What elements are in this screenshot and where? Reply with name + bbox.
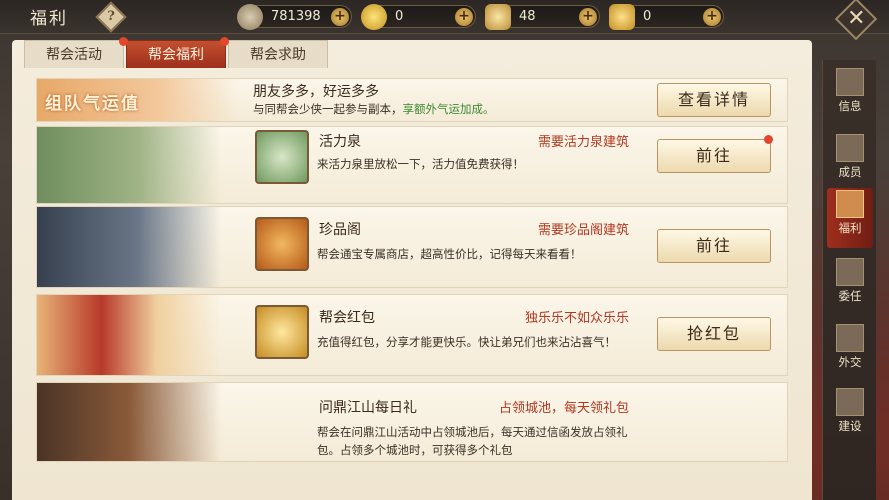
sidebar-item-appoint[interactable]: 委任 [827, 256, 873, 316]
guild-sidebar: 信息 成员 福利 委任 外交 建设 [822, 60, 876, 500]
banner-image: 组队气运值 [37, 79, 237, 121]
appoint-icon [836, 258, 864, 286]
row-title: 珍品阁 [319, 222, 361, 238]
add-gold-coin-button[interactable]: + [455, 8, 473, 26]
welfare-icon [836, 190, 864, 218]
silver-ingot-resource: 48 + [485, 4, 600, 30]
team-luck-banner: 组队气运值 朋友多多，好运多多 与同帮会少侠一起参与副本，享额外气运加成。 查看… [36, 78, 788, 122]
diplomacy-icon [836, 324, 864, 352]
banner-desc: 与同帮会少侠一起参与副本，享额外气运加成。 [253, 101, 495, 117]
close-icon: ✕ [847, 6, 866, 32]
tab-guild-welfare[interactable]: 帮会福利 [126, 40, 226, 68]
treasure-chest-icon [255, 217, 309, 271]
gold-ingot-resource: 0 + [609, 4, 724, 30]
gold-coin-resource: 0 + [361, 4, 476, 30]
tab-notification-dot [119, 37, 128, 46]
potion-bottle-icon [255, 130, 309, 184]
add-gold-ingot-button[interactable]: + [703, 8, 721, 26]
tab-guild-activities[interactable]: 帮会活动 [24, 40, 124, 68]
daily-gift-row: 问鼎江山每日礼 占领城池，每天领礼包 帮会在问鼎江山活动中占领城池后，每天通过信… [36, 382, 788, 462]
treasure-pavilion-row: 珍品阁 需要珍品阁建筑 帮会通宝专属商店，超高性价比，记得每天来看看！ 前往 [36, 206, 788, 288]
info-icon [836, 68, 864, 96]
row-title: 帮会红包 [319, 310, 375, 326]
copper-coin-value: 781398 [271, 9, 321, 24]
notification-dot [764, 135, 773, 144]
banner-desc-highlight: 享额外气运加成。 [402, 102, 495, 116]
row-description: 帮会通宝专属商店，超高性价比，记得每天来看看！ [317, 247, 582, 261]
silver-ingot-icon [485, 4, 511, 30]
treasure-pavilion-image [37, 207, 221, 287]
sidebar-item-info[interactable]: 信息 [827, 66, 873, 126]
vitality-spring-image [37, 127, 221, 203]
row-requirement: 独乐乐不如众乐乐 [524, 311, 629, 326]
tab-bar: 帮会活动 帮会福利 帮会求助 [24, 40, 330, 68]
gold-ingot-icon [255, 305, 309, 359]
sidebar-item-members[interactable]: 成员 [827, 132, 873, 192]
sidebar-item-label: 成员 [838, 165, 862, 179]
build-icon [836, 388, 864, 416]
add-copper-coin-button[interactable]: + [331, 8, 349, 26]
help-button[interactable]: ? [95, 1, 127, 33]
sidebar-item-label: 信息 [838, 99, 862, 113]
add-silver-ingot-button[interactable]: + [579, 8, 597, 26]
sidebar-item-label: 委任 [838, 289, 862, 303]
gold-coin-value: 0 [395, 9, 404, 24]
banner-image-text: 组队气运值 [45, 94, 140, 114]
go-treasure-pavilion-button[interactable]: 前往 [657, 229, 771, 263]
sidebar-item-label: 福利 [838, 221, 862, 235]
row-requirement: 占领城池，每天领礼包 [498, 401, 629, 416]
row-requirement: 需要珍品阁建筑 [537, 223, 629, 238]
sidebar-item-label: 外交 [838, 355, 862, 369]
top-bar: 福利 ? 781398 + 0 + 48 + 0 + ✕ [0, 0, 889, 41]
red-packet-row: 帮会红包 独乐乐不如众乐乐 充值得红包，分享才能更快乐。快让弟兄们也来沾沾喜气！… [36, 294, 788, 376]
banner-title: 朋友多多，好运多多 [253, 84, 379, 100]
row-title: 问鼎江山每日礼 [319, 400, 417, 416]
copper-coin-icon [237, 4, 263, 30]
grab-red-packet-button[interactable]: 抢红包 [657, 317, 771, 351]
red-packet-image [37, 295, 221, 375]
members-icon [836, 134, 864, 162]
banner-desc-text: 与同帮会少侠一起参与副本， [253, 102, 403, 116]
daily-gift-image [37, 383, 221, 461]
copper-coin-resource: 781398 + [237, 4, 352, 30]
gold-coin-icon [361, 4, 387, 30]
sidebar-item-build[interactable]: 建设 [827, 386, 873, 446]
main-panel: 帮会活动 帮会福利 帮会求助 组队气运值 朋友多多，好运多多 与同帮会少侠一起参… [12, 37, 812, 500]
row-title: 活力泉 [319, 134, 361, 150]
row-description: 来活力泉里放松一下，活力值免费获得！ [317, 157, 524, 171]
row-description: 充值得红包，分享才能更快乐。快让弟兄们也来沾沾喜气！ [317, 335, 616, 349]
sidebar-item-welfare[interactable]: 福利 [827, 188, 873, 248]
gold-ingot-value: 0 [643, 9, 652, 24]
sidebar-item-diplomacy[interactable]: 外交 [827, 322, 873, 382]
row-requirement: 需要活力泉建筑 [537, 135, 629, 150]
tab-notification-dot [220, 37, 229, 46]
silver-ingot-value: 48 [519, 9, 536, 24]
row-description: 帮会在问鼎江山活动中占领城池后，每天通过信函发放占领礼包。占领多个城池时，可获得… [317, 425, 628, 457]
question-icon: ? [107, 9, 115, 24]
gold-ingot-icon [609, 4, 635, 30]
page-title: 福利 [30, 9, 68, 29]
sidebar-item-label: 建设 [838, 419, 862, 433]
vitality-spring-row: 活力泉 需要活力泉建筑 来活力泉里放松一下，活力值免费获得！ 前往 [36, 126, 788, 204]
go-vitality-spring-button[interactable]: 前往 [657, 139, 771, 173]
view-details-button[interactable]: 查看详情 [657, 83, 771, 117]
tab-guild-help[interactable]: 帮会求助 [228, 40, 328, 68]
